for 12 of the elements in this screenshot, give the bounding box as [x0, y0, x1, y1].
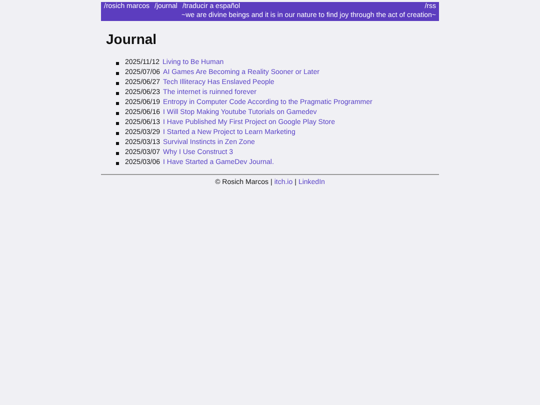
bullet-icon: [116, 142, 119, 145]
bullet-icon: [116, 162, 119, 165]
bullet-icon: [116, 82, 119, 85]
bullet-icon: [116, 122, 119, 125]
bullet-icon: [116, 152, 119, 155]
bullet-icon: [116, 92, 119, 95]
bullet-icon: [116, 72, 119, 75]
bullet-icon: [116, 102, 119, 105]
bullet-icon: [116, 132, 119, 135]
bullet-icon: [116, 62, 119, 65]
bullet-icon: [116, 112, 119, 115]
page-title: Journal: [106, 31, 158, 47]
